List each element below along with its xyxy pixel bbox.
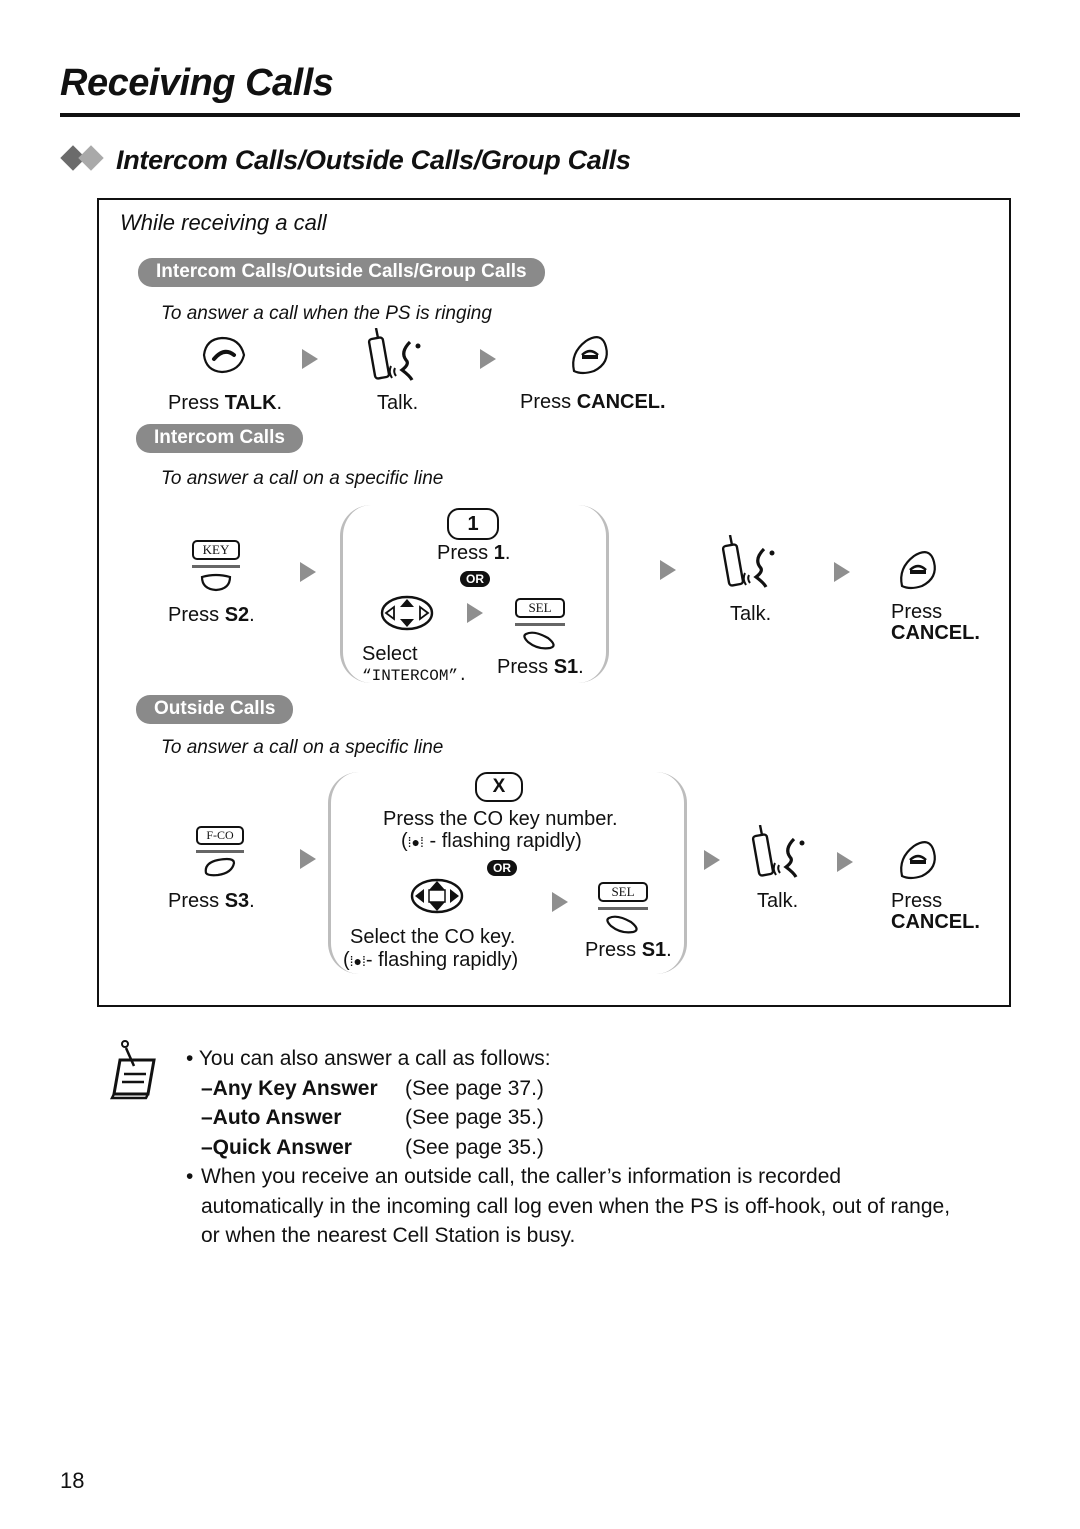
step-talk: Talk. [757, 890, 799, 912]
key-label: SEL [515, 598, 565, 618]
arrow-icon [467, 603, 483, 623]
arrow-icon [302, 349, 318, 369]
key-label: F-CO [196, 826, 244, 845]
key-s3-icon: F-CO [196, 826, 244, 882]
note-item: –Auto Answer (See page 35.) [201, 1106, 544, 1129]
note-bullet: • When you receive an outside call, the c… [186, 1165, 951, 1247]
flashing-rapidly-text: (⁞●⁞ - flashing rapidly) [401, 830, 582, 852]
cancel-button-icon [572, 336, 608, 375]
arrow-icon [834, 562, 850, 582]
cancel-button-icon [900, 841, 936, 880]
cancel-button-icon [900, 551, 936, 590]
step-talk: Talk. [377, 392, 419, 414]
hint-specific-line: To answer a call on a specific line [161, 737, 444, 758]
notes-list: • You can also answer a call as follows:… [186, 1044, 986, 1251]
note-icon [109, 1040, 156, 1100]
handset-talking-icon [751, 825, 805, 878]
handset-talking-icon [367, 328, 421, 381]
select-co-key-text: Select the CO key. [350, 926, 516, 948]
diamond-bullet-icon [60, 144, 112, 176]
note-item: –Any Key Answer (See page 37.) [201, 1076, 544, 1100]
key-label: SEL [598, 882, 648, 902]
arrow-icon [552, 892, 568, 912]
or-badge: OR [460, 571, 490, 587]
step-press-s1: Press S1. [497, 656, 584, 678]
pill-intercom-outside-group: Intercom Calls/Outside Calls/Group Calls [138, 258, 545, 287]
handset-talking-icon [721, 535, 775, 588]
pill-intercom-calls: Intercom Calls [136, 424, 303, 453]
step-press-talk: Press TALK. [168, 392, 283, 414]
digit-1-key: 1 [447, 508, 499, 540]
arrow-icon [704, 850, 720, 870]
step-press-cancel: Press CANCEL. [520, 391, 666, 413]
arrow-icon [837, 852, 853, 872]
hint-ringing: To answer a call when the PS is ringing [161, 303, 492, 324]
step-press-1: Press 1. [437, 542, 511, 564]
flashing-led-icon: ⁞●⁞ [407, 834, 424, 850]
co-key-x-button: X [475, 772, 523, 802]
section-heading: Intercom Calls/Outside Calls/Group Calls [60, 144, 631, 176]
step-press-cancel: Press CANCEL. [891, 890, 980, 933]
key-s1-icon: SEL [515, 598, 565, 657]
box-subtitle: While receiving a call [120, 210, 327, 235]
note-item: –Quick Answer (See page 35.) [201, 1135, 544, 1159]
title-divider [60, 113, 1020, 117]
arrow-icon [300, 562, 316, 582]
arrow-icon [300, 849, 316, 869]
pill-outside-calls: Outside Calls [136, 695, 294, 724]
page-title: Receiving Calls [60, 62, 334, 104]
navigator-key-icon [410, 878, 464, 914]
navigator-key-icon [380, 595, 434, 631]
key-s1-icon: SEL [598, 882, 648, 941]
co-key-number-text: Press the CO key number. [383, 808, 618, 830]
select-intercom-text: Select “INTERCOM”. [362, 643, 468, 685]
key-label: KEY [192, 540, 240, 560]
section-title: Intercom Calls/Outside Calls/Group Calls [116, 144, 631, 175]
hint-specific-line: To answer a call on a specific line [161, 468, 444, 489]
arrow-icon [480, 349, 496, 369]
flashing-rapidly-text: (⁞●⁞- flashing rapidly) [343, 949, 519, 971]
or-badge: OR [487, 860, 517, 876]
step-press-s3: Press S3. [168, 890, 255, 912]
talk-button-icon [202, 336, 246, 374]
step-press-s2: Press S2. [168, 604, 255, 626]
note-bullet: • You can also answer a call as follows: [186, 1047, 551, 1070]
page-number: 18 [60, 1468, 85, 1493]
step-press-cancel: Press CANCEL. [891, 601, 980, 644]
arrow-icon [660, 560, 676, 580]
flashing-led-icon: ⁞●⁞ [349, 953, 366, 969]
step-talk: Talk. [730, 603, 772, 625]
key-s2-icon: KEY [192, 540, 240, 598]
step-press-s1: Press S1. [585, 939, 672, 961]
